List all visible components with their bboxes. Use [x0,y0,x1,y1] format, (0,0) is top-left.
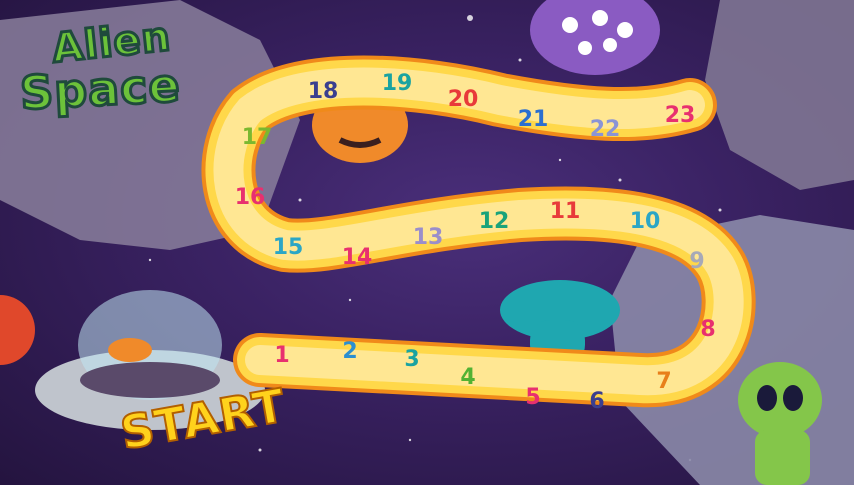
game-board: 1 2 3 4 5 6 7 8 9 10 11 12 13 14 15 16 17 18 19 20 21 22 23 Al… [0,0,854,485]
square-16: 16 [235,185,266,210]
square-15: 15 [273,235,304,260]
square-12: 12 [479,209,510,234]
square-7: 7 [656,369,671,394]
square-13: 13 [413,225,444,250]
square-21: 21 [518,107,549,132]
square-1: 1 [274,343,289,368]
red-planet-icon [0,295,35,365]
square-4: 4 [460,365,475,390]
square-19: 19 [382,71,413,96]
square-23: 23 [665,103,696,128]
square-2: 2 [342,339,357,364]
square-14: 14 [342,245,373,270]
square-10: 10 [630,209,661,234]
purple-alien-icon [530,0,660,75]
square-17: 17 [242,125,273,150]
square-6: 6 [589,389,604,414]
square-20: 20 [448,87,479,112]
square-9: 9 [689,249,704,274]
asteroid-right-top-icon [705,0,854,190]
square-8: 8 [700,317,715,342]
square-5: 5 [525,385,540,410]
title-space: Space [17,56,183,121]
square-3: 3 [404,347,419,372]
square-22: 22 [590,117,621,142]
square-11: 11 [550,199,581,224]
square-18: 18 [308,79,339,104]
